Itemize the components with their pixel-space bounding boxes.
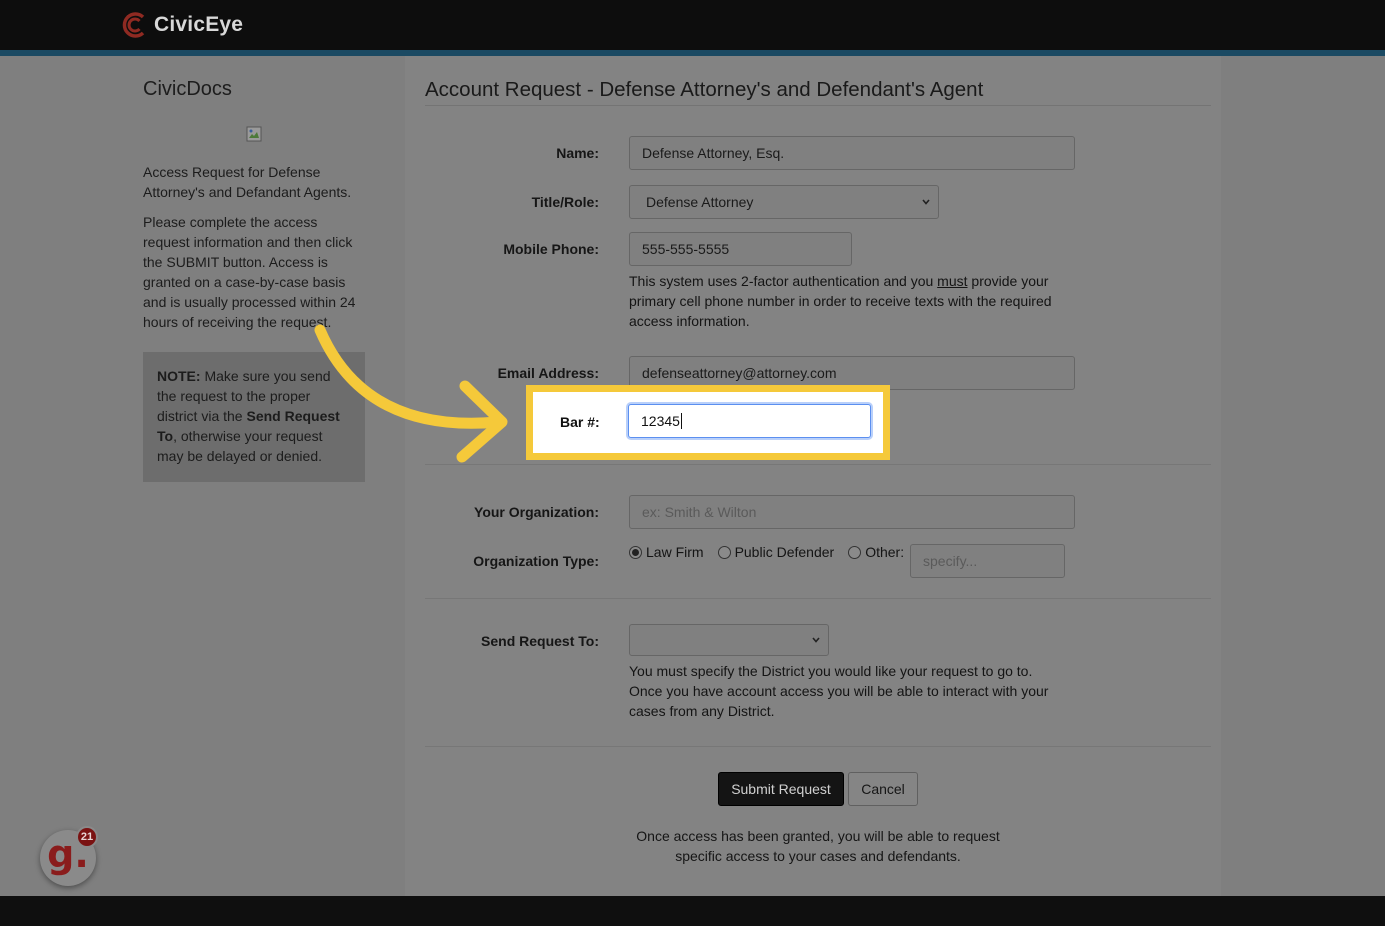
title-role-select[interactable]: Defense Attorney xyxy=(629,185,939,219)
bar-number-highlight: Bar #: 12345 xyxy=(526,385,890,460)
organization-label: Your Organization: xyxy=(474,504,599,520)
mobile-phone-help: This system uses 2-factor authentication… xyxy=(629,271,1069,331)
civiceye-logo-icon xyxy=(122,12,145,38)
radio-law-firm[interactable] xyxy=(629,545,642,559)
guide-badge-button[interactable]: g. 21 xyxy=(40,826,98,886)
bar-number-label: Bar #: xyxy=(560,414,600,430)
access-granted-note: Once access has been granted, you will b… xyxy=(636,828,1000,864)
bottom-bar xyxy=(0,896,1385,926)
app-name: CivicEye xyxy=(154,13,244,36)
chevron-down-icon xyxy=(812,637,820,643)
other-specify-placeholder: specify... xyxy=(923,553,978,569)
other-specify-field[interactable]: specify... xyxy=(910,544,1065,578)
bar-number-field[interactable]: 12345 xyxy=(628,404,871,438)
callout-arrow-icon xyxy=(314,324,508,463)
organization-type-label: Organization Type: xyxy=(473,553,599,569)
title-role-label: Title/Role: xyxy=(531,194,599,210)
name-label: Name: xyxy=(556,145,599,161)
form-title: Account Request - Defense Attorney's and… xyxy=(425,78,984,101)
civiceye-logo[interactable]: CivicEye xyxy=(122,11,243,39)
top-navbar: CivicEye xyxy=(0,0,1385,50)
bar-number-value: 12345 xyxy=(641,413,680,429)
name-value: Defense Attorney, Esq. xyxy=(642,145,785,161)
mobile-help-emph: must xyxy=(937,273,968,289)
radio-law-firm-label: Law Firm xyxy=(646,544,704,560)
organization-field[interactable]: ex: Smith & Wilton xyxy=(629,495,1075,529)
note-text-2: , otherwise your request may be delayed … xyxy=(157,428,323,464)
notification-count-badge: 21 xyxy=(76,826,98,848)
email-value: defenseattorney@attorney.com xyxy=(642,365,837,381)
name-field[interactable]: Defense Attorney, Esq. xyxy=(629,136,1075,170)
mobile-phone-label: Mobile Phone: xyxy=(503,241,599,257)
mobile-phone-field[interactable]: 555-555-5555 xyxy=(629,232,852,266)
broken-image-icon xyxy=(246,126,262,142)
mobile-phone-value: 555-555-5555 xyxy=(642,241,730,257)
organization-placeholder: ex: Smith & Wilton xyxy=(642,504,757,520)
account-request-form: Account Request - Defense Attorney's and… xyxy=(405,56,1221,896)
send-request-to-label: Send Request To: xyxy=(481,633,599,649)
title-divider xyxy=(425,105,1211,106)
note-label: NOTE: xyxy=(157,368,201,384)
section-divider xyxy=(425,464,1211,465)
section-divider xyxy=(425,746,1211,747)
organization-type-radios: Law Firm Public Defender Other: xyxy=(629,544,910,560)
radio-other[interactable] xyxy=(848,545,862,559)
sidebar-instructions: Please complete the access request infor… xyxy=(143,214,356,330)
chevron-down-icon xyxy=(922,199,930,205)
section-divider xyxy=(425,598,1211,599)
cancel-button[interactable]: Cancel xyxy=(848,772,918,806)
sidebar-intro: Access Request for Defense Attorney's an… xyxy=(143,164,352,200)
text-caret xyxy=(680,413,682,429)
mobile-help-before: This system uses 2-factor authentication… xyxy=(629,273,938,289)
sidebar-title: CivicDocs xyxy=(143,78,232,100)
send-request-to-select[interactable] xyxy=(629,624,829,656)
radio-other-label: Other: xyxy=(865,544,905,560)
submit-request-button[interactable]: Submit Request xyxy=(718,772,844,806)
send-request-to-help: You must specify the District you would … xyxy=(629,663,1049,719)
title-role-value: Defense Attorney xyxy=(646,194,754,210)
radio-public-defender[interactable] xyxy=(717,545,731,559)
radio-public-defender-label: Public Defender xyxy=(734,544,835,560)
